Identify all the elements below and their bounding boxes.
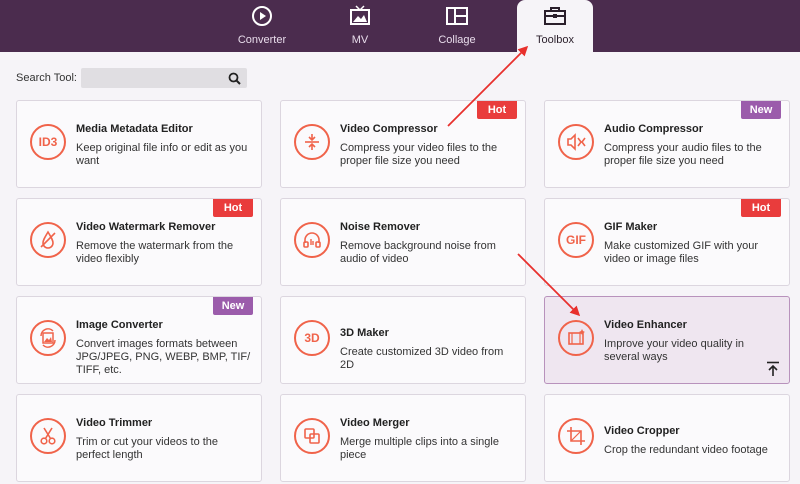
tool-card-media-metadata-editor[interactable]: ID3 Media Metadata Editor Keep original … bbox=[16, 100, 262, 188]
tool-card-video-cropper[interactable]: Video Cropper Crop the redundant video f… bbox=[544, 394, 790, 482]
headphones-icon bbox=[294, 222, 330, 258]
watermark-remove-icon bbox=[30, 222, 66, 258]
tab-toolbox-label: Toolbox bbox=[536, 34, 574, 46]
tool-title: Media Metadata Editor bbox=[76, 123, 193, 135]
tool-description: Remove the watermark from the video flex… bbox=[76, 240, 234, 265]
collage-layout-icon bbox=[444, 3, 470, 29]
tool-card-video-compressor[interactable]: Video Compressor Compress your video fil… bbox=[280, 100, 526, 188]
audio-compress-icon bbox=[558, 124, 594, 160]
tool-description: Convert images formats between JPG/JPEG,… bbox=[76, 338, 251, 376]
tool-title: Video Cropper bbox=[604, 425, 680, 437]
search-box bbox=[80, 68, 247, 88]
tool-description: Improve your video quality in several wa… bbox=[604, 338, 745, 363]
search-input[interactable] bbox=[80, 68, 221, 88]
tool-description: Merge multiple clips into a single piece bbox=[340, 436, 499, 461]
image-convert-icon bbox=[30, 320, 66, 356]
tab-mv-label: MV bbox=[351, 34, 369, 46]
tool-card-image-converter[interactable]: Image Converter Convert images formats b… bbox=[16, 296, 262, 384]
tool-title: Audio Compressor bbox=[604, 123, 704, 135]
compress-icon bbox=[294, 124, 330, 160]
tool-description: Compress your audio files to the proper … bbox=[604, 142, 762, 167]
3d-icon: 3D bbox=[294, 320, 330, 356]
pin-to-top-icon[interactable] bbox=[766, 361, 780, 377]
tool-card-gif-maker[interactable]: GIF GIF Maker Make customized GIF with y… bbox=[544, 198, 790, 286]
tool-card-video-enhancer[interactable]: Video Enhancer Improve your video qualit… bbox=[544, 296, 790, 384]
tab-collage-label: Collage bbox=[438, 34, 476, 46]
top-nav-bar: Converter MV Collage Toolbox bbox=[0, 0, 800, 52]
search-tool-row: Search Tool: bbox=[16, 68, 247, 88]
tool-title: Video Trimmer bbox=[76, 417, 153, 429]
play-circle-icon bbox=[249, 3, 275, 29]
tv-image-icon bbox=[347, 3, 373, 29]
tool-title: 3D Maker bbox=[340, 327, 389, 339]
tab-collage[interactable]: Collage bbox=[424, 0, 490, 52]
scissors-icon bbox=[30, 418, 66, 454]
tool-card-video-merger[interactable]: Video Merger Merge multiple clips into a… bbox=[280, 394, 526, 482]
tool-description: Create customized 3D video from 2D bbox=[340, 346, 504, 371]
tool-description: Crop the redundant video footage bbox=[604, 444, 768, 456]
tool-description: Make customized GIF with your video or i… bbox=[604, 240, 759, 265]
tool-title: Noise Remover bbox=[340, 221, 421, 233]
video-enhance-icon bbox=[558, 320, 594, 356]
gif-icon: GIF bbox=[558, 222, 594, 258]
tab-toolbox[interactable]: Toolbox bbox=[517, 0, 593, 52]
tool-title: GIF Maker bbox=[604, 221, 658, 233]
crop-icon bbox=[558, 418, 594, 454]
tool-card-noise-remover[interactable]: Noise Remover Remove background noise fr… bbox=[280, 198, 526, 286]
tool-title: Image Converter bbox=[76, 319, 163, 331]
tab-converter[interactable]: Converter bbox=[226, 0, 298, 52]
tool-description: Keep original file info or edit as you w… bbox=[76, 142, 248, 167]
tool-title: Video Enhancer bbox=[604, 319, 687, 331]
tool-title: Video Merger bbox=[340, 417, 410, 429]
merge-icon bbox=[294, 418, 330, 454]
toolbox-icon bbox=[542, 3, 568, 29]
tool-title: Video Compressor bbox=[340, 123, 438, 135]
tool-description: Remove background noise from audio of vi… bbox=[340, 240, 496, 265]
tool-card-video-watermark-remover[interactable]: Video Watermark Remover Remove the water… bbox=[16, 198, 262, 286]
tab-mv[interactable]: MV bbox=[330, 0, 390, 52]
tool-description: Trim or cut your videos to the perfect l… bbox=[76, 436, 219, 461]
search-icon[interactable] bbox=[227, 70, 243, 86]
id3-tag-icon: ID3 bbox=[30, 124, 66, 160]
new-badge: New bbox=[213, 297, 253, 315]
hot-badge: Hot bbox=[741, 199, 781, 217]
tool-card-video-trimmer[interactable]: Video Trimmer Trim or cut your videos to… bbox=[16, 394, 262, 482]
hot-badge: Hot bbox=[477, 101, 517, 119]
tab-converter-label: Converter bbox=[237, 34, 287, 46]
tool-card-audio-compressor[interactable]: Audio Compressor Compress your audio fil… bbox=[544, 100, 790, 188]
tool-description: Compress your video files to the proper … bbox=[340, 142, 498, 167]
hot-badge: Hot bbox=[213, 199, 253, 217]
new-badge: New bbox=[741, 101, 781, 119]
tool-card-3d-maker[interactable]: 3D 3D Maker Create customized 3D video f… bbox=[280, 296, 526, 384]
search-label: Search Tool: bbox=[16, 72, 77, 84]
tool-title: Video Watermark Remover bbox=[76, 221, 216, 233]
